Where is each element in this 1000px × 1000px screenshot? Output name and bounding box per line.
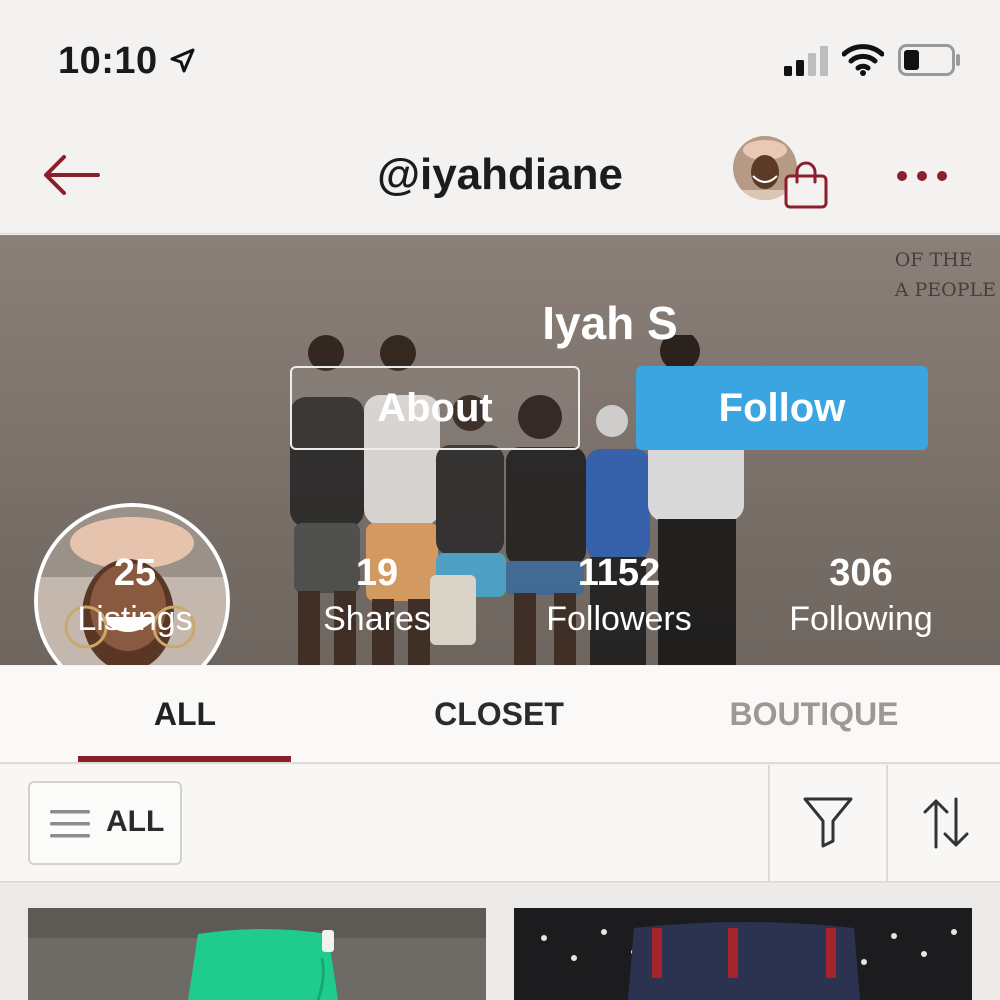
cover-wall-text: OF THE A PEOPLE — [895, 245, 996, 305]
cover-text-line: A PEOPLE — [894, 279, 996, 301]
stat-label: Listings — [77, 600, 193, 638]
shopping-bag-icon[interactable] — [781, 160, 831, 210]
tab-all[interactable]: ALL — [25, 696, 345, 733]
filter-icon[interactable] — [802, 795, 854, 849]
divider — [768, 765, 770, 883]
stat-shares[interactable]: 19 Shares — [277, 550, 477, 642]
signal-icon — [784, 46, 828, 76]
status-time: 10:10 — [58, 40, 158, 82]
category-label: ALL — [106, 805, 165, 838]
display-name: Iyah S — [542, 297, 678, 349]
wifi-icon — [842, 44, 884, 76]
more-icon[interactable] — [890, 158, 954, 194]
stat-label: Shares — [323, 600, 431, 638]
stat-label: Followers — [546, 600, 692, 638]
stat-value: 1152 — [577, 552, 661, 594]
stat-value: 306 — [829, 552, 893, 594]
stat-listings[interactable]: 25 Listings — [35, 550, 235, 642]
sort-icon[interactable] — [920, 795, 972, 851]
stat-label: Following — [789, 600, 933, 638]
listing-card[interactable] — [28, 908, 486, 1000]
location-arrow-icon — [170, 48, 195, 73]
stat-value: 25 — [113, 552, 157, 594]
follow-button[interactable]: Follow — [636, 366, 928, 450]
stat-value: 19 — [355, 552, 399, 594]
stat-followers[interactable]: 1152 Followers — [519, 550, 719, 642]
active-tab-indicator — [78, 756, 291, 762]
back-arrow-icon[interactable] — [38, 152, 104, 198]
listing-image — [28, 908, 486, 1000]
closet-tabs: ALL CLOSET BOUTIQUE — [0, 666, 1000, 764]
page-title: @iyahdiane — [377, 150, 623, 199]
tab-closet[interactable]: CLOSET — [339, 696, 659, 733]
divider — [886, 765, 888, 883]
battery-icon — [898, 44, 960, 76]
stat-following[interactable]: 306 Following — [761, 550, 961, 642]
cover-text-line: OF THE — [894, 249, 973, 271]
nav-bar: @iyahdiane — [0, 120, 1000, 234]
tab-boutique[interactable]: BOUTIQUE — [654, 696, 974, 733]
filter-bar: ALL — [0, 765, 1000, 883]
profile-cover: OF THE A PEOPLE Iyah S About Follow 25 L… — [0, 235, 1000, 665]
category-button[interactable]: ALL — [28, 781, 182, 865]
hamburger-icon — [50, 810, 90, 838]
status-bar: 10:10 — [0, 0, 1000, 120]
listing-image — [514, 908, 972, 1000]
listing-card[interactable] — [514, 908, 972, 1000]
about-button[interactable]: About — [290, 366, 580, 450]
